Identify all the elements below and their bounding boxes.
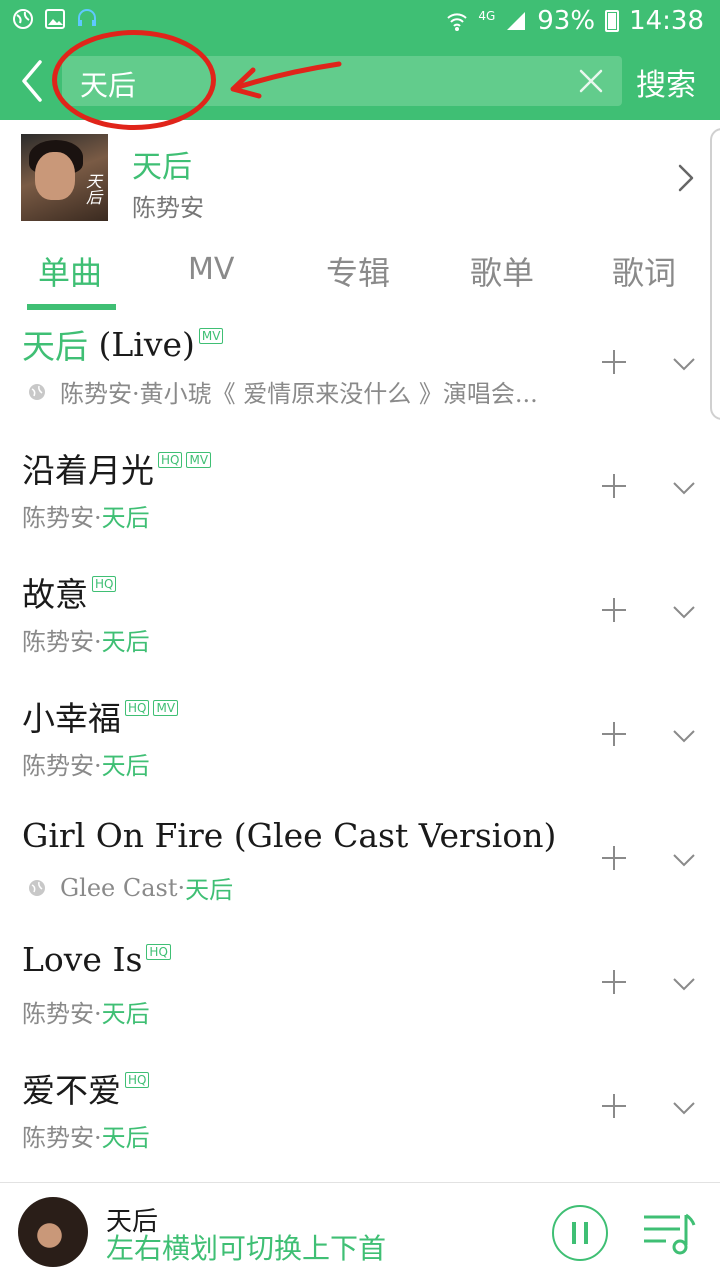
album-result-card[interactable]: 天后 天后 陈势安	[0, 120, 720, 230]
list-item[interactable]: 爱不爱 HQ 陈势安· 天后	[0, 1056, 720, 1180]
list-item[interactable]: Love Is HQ 陈势安· 天后	[0, 932, 720, 1056]
hq-badge: HQ	[146, 943, 171, 960]
song-title: 爱不爱 HQ	[22, 1064, 150, 1112]
list-item[interactable]: Girl On Fire (Glee Cast Version) Glee Ca…	[0, 808, 720, 932]
annotation-arrow-icon	[230, 61, 342, 99]
list-item[interactable]: 天后 (Live) MV 陈势安·黄小琥《 爱情原来没什么 》演唱会...	[0, 312, 720, 436]
list-item[interactable]: 故意 HQ 陈势安· 天后	[0, 560, 720, 684]
chevron-down-icon[interactable]	[672, 1100, 696, 1116]
song-subtitle: Glee Cast· 天后	[22, 870, 233, 905]
song-subtitle: 陈势安· 天后	[22, 752, 150, 780]
tab-albums[interactable]: 专辑	[326, 248, 390, 294]
hq-badge: HQ	[125, 1072, 150, 1088]
clear-icon[interactable]	[576, 66, 606, 96]
song-title: 沿着月光 HQ MV	[22, 444, 212, 492]
image-icon	[45, 9, 65, 29]
wifi-icon	[447, 13, 468, 31]
chevron-down-icon[interactable]	[672, 976, 696, 992]
tab-lyrics[interactable]: 歌词	[612, 248, 676, 294]
globe-icon	[13, 9, 33, 29]
song-subtitle: 陈势安·黄小琥《 爱情原来没什么 》演唱会...	[22, 374, 538, 409]
battery-percent: 93%	[537, 6, 596, 36]
playlist-icon[interactable]	[640, 1209, 696, 1259]
hq-badge: HQ	[125, 700, 150, 716]
hq-badge: HQ	[92, 576, 117, 592]
battery-icon	[605, 10, 620, 32]
song-title: 天后 (Live) MV	[22, 320, 224, 368]
song-title: Girl On Fire (Glee Cast Version)	[22, 816, 557, 855]
mv-badge: MV	[198, 328, 224, 344]
add-icon[interactable]	[600, 1092, 628, 1120]
song-title: 小幸福 HQ MV	[22, 692, 179, 740]
song-title: Love Is HQ	[22, 940, 171, 979]
signal-icon	[507, 12, 526, 30]
mv-badge: MV	[186, 452, 212, 468]
network-type: 4G	[478, 9, 496, 23]
list-item[interactable]: 沿着月光 HQ MV 陈势安· 天后	[0, 436, 720, 560]
tab-playlists[interactable]: 歌单	[470, 248, 534, 294]
song-subtitle: 陈势安· 天后	[22, 1000, 150, 1028]
avatar	[18, 1197, 88, 1267]
song-subtitle: 陈势安· 天后	[22, 504, 150, 532]
chevron-down-icon[interactable]	[672, 728, 696, 744]
mv-badge: MV	[153, 700, 179, 716]
add-icon[interactable]	[600, 348, 628, 376]
song-title: 故意 HQ	[22, 568, 117, 616]
globe-icon	[29, 879, 45, 896]
pause-icon	[572, 1222, 588, 1244]
chevron-right-icon[interactable]	[676, 162, 696, 194]
album-title: 天后	[132, 150, 192, 185]
chevron-down-icon[interactable]	[672, 480, 696, 496]
add-icon[interactable]	[600, 844, 628, 872]
result-tabs: 单曲 MV 专辑 歌单 歌词	[0, 240, 720, 312]
back-arrow-icon[interactable]	[10, 56, 54, 106]
chevron-down-icon[interactable]	[672, 604, 696, 620]
tab-mv[interactable]: MV	[188, 252, 234, 287]
add-icon[interactable]	[600, 596, 628, 624]
chevron-down-icon[interactable]	[672, 356, 696, 372]
headset-icon	[78, 9, 96, 26]
add-icon[interactable]	[600, 720, 628, 748]
song-subtitle: 陈势安· 天后	[22, 1124, 150, 1152]
play-button[interactable]	[552, 1205, 608, 1261]
add-icon[interactable]	[600, 472, 628, 500]
clock: 14:38	[629, 6, 704, 36]
song-subtitle: 陈势安· 天后	[22, 628, 150, 656]
mini-player[interactable]: 天后 左右横划可切换上下首	[0, 1182, 720, 1280]
chevron-down-icon[interactable]	[672, 852, 696, 868]
tab-songs[interactable]: 单曲	[38, 248, 102, 294]
tab-indicator	[27, 304, 116, 310]
add-icon[interactable]	[600, 968, 628, 996]
player-swipe-hint: 左右横划可切换上下首	[106, 1232, 387, 1265]
globe-icon	[29, 383, 45, 400]
album-artist: 陈势安	[132, 194, 204, 222]
hq-badge: HQ	[158, 452, 183, 468]
album-cover: 天后	[21, 134, 108, 221]
search-button[interactable]: 搜索	[636, 60, 696, 104]
list-item[interactable]: 小幸福 HQ MV 陈势安· 天后	[0, 684, 720, 808]
annotation-circle	[52, 30, 216, 130]
